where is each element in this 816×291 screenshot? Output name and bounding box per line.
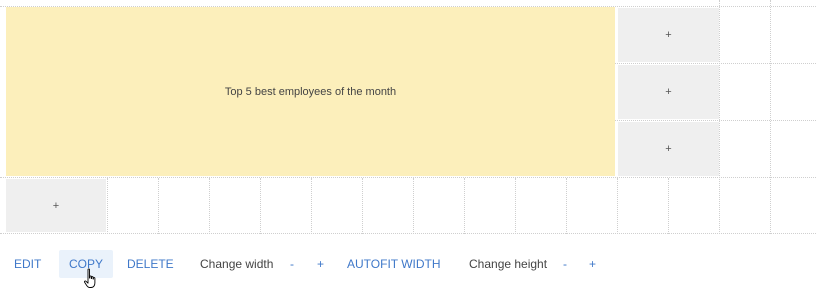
grid-line xyxy=(464,178,465,234)
grid-line xyxy=(311,178,312,234)
width-increase-button[interactable]: + xyxy=(317,250,324,278)
grid-line xyxy=(362,178,363,234)
grid-line xyxy=(770,0,771,234)
grid-line xyxy=(615,120,816,121)
edit-button[interactable]: EDIT xyxy=(14,250,41,278)
grid-line xyxy=(566,178,567,234)
widget-toolbar: EDIT COPY DELETE Change width - + AUTOFI… xyxy=(0,250,816,278)
autofit-width-button[interactable]: AUTOFIT WIDTH xyxy=(347,250,441,278)
height-increase-button[interactable]: + xyxy=(589,250,596,278)
delete-button[interactable]: DELETE xyxy=(127,250,174,278)
change-width-label: Change width xyxy=(200,257,274,271)
grid-line xyxy=(719,0,720,234)
add-widget-cell[interactable]: + xyxy=(618,122,719,176)
grid-line xyxy=(0,233,816,234)
grid-line xyxy=(260,178,261,234)
grid-line xyxy=(413,178,414,234)
add-widget-cell[interactable]: + xyxy=(618,8,719,62)
plus-icon: + xyxy=(665,143,672,155)
grid-line xyxy=(0,177,816,178)
grid-line xyxy=(617,178,618,234)
add-widget-cell[interactable]: + xyxy=(618,65,719,119)
add-widget-cell[interactable]: + xyxy=(6,179,106,232)
plus-icon: + xyxy=(665,29,672,41)
grid-line xyxy=(615,63,816,64)
plus-icon: + xyxy=(52,199,60,212)
grid-line xyxy=(668,178,669,234)
height-decrease-button[interactable]: - xyxy=(563,250,567,278)
widget-title: Top 5 best employees of the month xyxy=(224,85,397,98)
hand-pointer-icon xyxy=(84,268,96,288)
grid-line xyxy=(515,178,516,234)
widget-top-employees[interactable]: Top 5 best employees of the month xyxy=(6,7,615,176)
plus-icon: + xyxy=(665,86,672,98)
grid-line xyxy=(209,178,210,234)
width-decrease-button[interactable]: - xyxy=(290,250,294,278)
grid-line xyxy=(107,178,108,234)
change-height-label: Change height xyxy=(469,257,548,271)
grid-line xyxy=(158,178,159,234)
